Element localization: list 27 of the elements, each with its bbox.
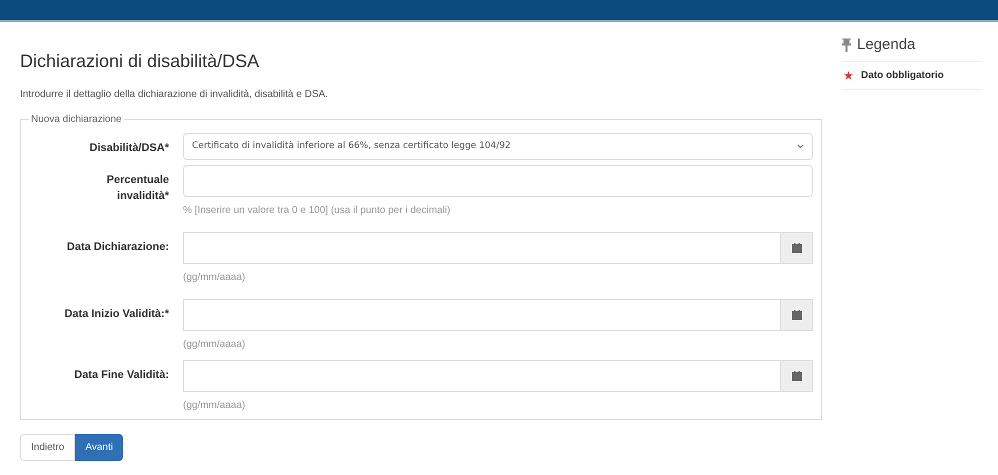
- page-description: Introdurre il dettaglio della dichiarazione di invalidità, disabilità e DSA.: [20, 88, 329, 102]
- legend-item: Dato obbligatorio: [861, 68, 944, 82]
- calendar-button[interactable]: [781, 299, 813, 331]
- page-title: Dichiarazioni di disabilità/DSA: [20, 50, 260, 73]
- pin-icon: [842, 38, 851, 52]
- legend-title: Legenda: [857, 35, 916, 55]
- back-button[interactable]: Indietro: [20, 434, 76, 461]
- field-label: Disabilità/DSA*: [90, 141, 169, 156]
- calendar-icon: [792, 310, 802, 320]
- chevron-down-icon: [797, 144, 804, 149]
- field-hint: (gg/mm/aaaa): [183, 399, 246, 413]
- field-hint: (gg/mm/aaaa): [183, 338, 246, 352]
- calendar-button[interactable]: [781, 232, 813, 264]
- calendar-button[interactable]: [781, 360, 813, 392]
- required-star-icon: [844, 70, 853, 80]
- field-label: Data Dichiarazione:: [66, 240, 169, 255]
- selected-value: Certificato di invalidità inferiore al 66%, senza certificato legge 104/92: [192, 140, 511, 153]
- field-label: Percentuale invalidità*: [106, 173, 169, 204]
- field-hint: % [Inserire un valore tra 0 e 100] (usa il punto per i decimali): [183, 204, 452, 218]
- field-label: Data Inizio Validità:*: [64, 307, 169, 322]
- fieldset-legend: Nuova dichiarazione: [29, 112, 124, 127]
- field-label: Data Fine Validità:: [74, 368, 169, 383]
- dropdown-field[interactable]: Certificato di invalidità inferiore al 66%, senza certificato legge 104/92: [183, 133, 813, 160]
- field-hint: (gg/mm/aaaa): [183, 271, 246, 285]
- next-button[interactable]: Avanti: [75, 434, 123, 461]
- calendar-icon: [792, 371, 802, 381]
- calendar-icon: [792, 243, 802, 253]
